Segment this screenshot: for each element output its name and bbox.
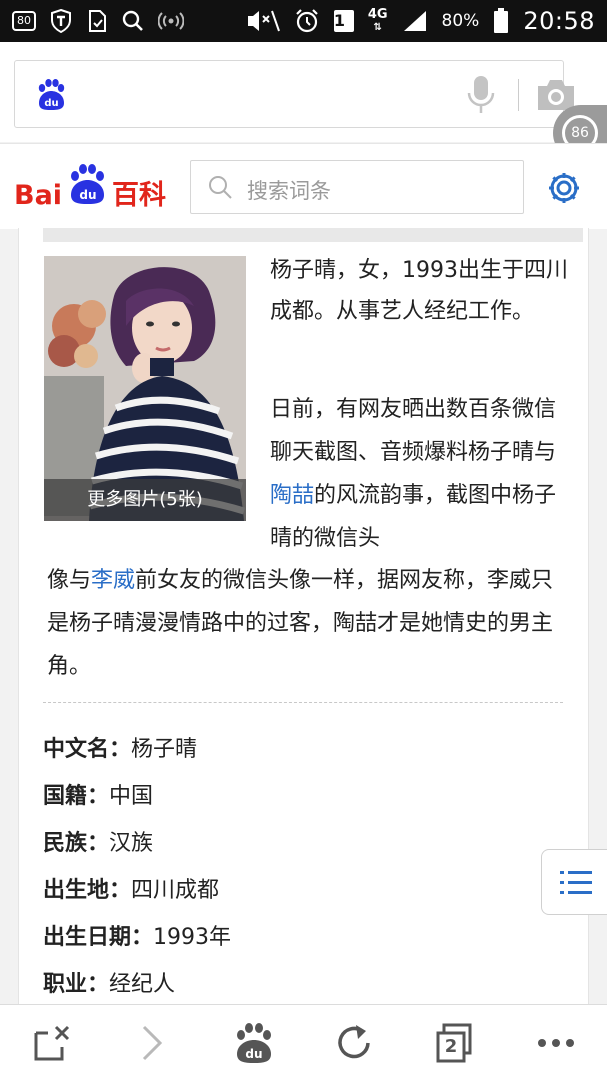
tabs-count: 2: [444, 1036, 458, 1057]
infobox-key: 中文名：: [43, 737, 132, 762]
link-tao-zhe[interactable]: 陶喆: [270, 483, 314, 508]
infobox-key: 国籍：: [43, 784, 110, 809]
tabs-button[interactable]: 2: [432, 1021, 476, 1065]
baidu-baike-logo[interactable]: Bai du 百科: [14, 158, 174, 214]
profile-photo[interactable]: 更多图片(5张): [44, 256, 246, 521]
more-photos-label[interactable]: 更多图片(5张): [44, 479, 246, 521]
news-paragraph: 日前，有网友晒出数百条微信聊天截图、音频爆料杨子晴与陶喆的风流韵事，截图中杨子晴…: [270, 388, 570, 560]
arrows-icon: ⇅: [373, 22, 382, 33]
news-paragraph-cont: 像与李威前女友的微信头像一样，据网友称，李威只是杨子晴漫漫情路中的过客，陶喆才是…: [47, 559, 567, 688]
infobox-value: 杨子晴: [131, 737, 198, 762]
table-of-contents-button[interactable]: [541, 849, 607, 915]
search-icon: [122, 10, 144, 32]
sim-80-icon: 80: [12, 11, 36, 31]
news-text-1: 日前，有网友晒出数百条微信聊天截图、音频爆料杨子晴与: [270, 397, 557, 465]
card-top-strip: [43, 228, 583, 242]
svg-text:Bai: Bai: [14, 180, 62, 211]
shield-icon: [50, 9, 72, 33]
intro-text: 杨子晴，女，1993出生于四川成都。从事艺人经纪工作。: [270, 258, 568, 324]
infobox-value: 经纪人: [109, 972, 176, 997]
browser-search-box[interactable]: du: [14, 60, 574, 128]
close-page-icon[interactable]: [30, 1021, 74, 1065]
infobox-row-birthplace: 出生地：四川成都: [43, 867, 563, 914]
infobox-value: 中国: [109, 784, 154, 809]
forward-arrow-icon[interactable]: [130, 1021, 174, 1065]
svg-text:du: du: [245, 1047, 262, 1061]
infobox-value: 四川成都: [131, 878, 220, 903]
infobox: 中文名：杨子晴 国籍：中国 民族：汉族 出生地：四川成都 出生日期：1993年 …: [43, 726, 563, 1008]
4g-icon: 4G ⇅: [368, 8, 388, 34]
infobox-row-nationality: 国籍：中国: [43, 773, 563, 820]
refresh-icon[interactable]: [332, 1021, 376, 1065]
infobox-key: 职业：: [43, 972, 110, 997]
network-label: 4G: [367, 7, 388, 22]
section-divider: [43, 702, 563, 703]
infobox-row-occupation: 职业：经纪人: [43, 961, 563, 1008]
infobox-row-birthdate: 出生日期：1993年: [43, 914, 563, 961]
status-bar: 80 1 4G ⇅ 80% 20:58: [0, 0, 607, 42]
baike-search-input[interactable]: 搜索词条: [190, 160, 524, 214]
baidu-home-icon[interactable]: du: [232, 1021, 276, 1065]
news-text-3: 像与: [47, 568, 92, 593]
browser-bottom-bar: du 2: [0, 1004, 607, 1080]
microphone-icon[interactable]: [465, 75, 497, 115]
mute-icon: [246, 10, 280, 32]
status-right: 1 4G ⇅ 80% 20:58: [246, 8, 595, 34]
infobox-key: 出生地：: [43, 878, 132, 903]
link-li-wei[interactable]: 李威: [91, 568, 135, 593]
search-placeholder: 搜索词条: [247, 179, 331, 203]
infobox-value: 1993年: [153, 925, 232, 950]
settings-gear-icon[interactable]: [546, 170, 582, 206]
infobox-row-ethnicity: 民族：汉族: [43, 820, 563, 867]
svg-text:百科: 百科: [112, 180, 166, 211]
list-icon: [560, 871, 592, 894]
infobox-value: 汉族: [109, 831, 154, 856]
infobox-key: 民族：: [43, 831, 110, 856]
notification-1-icon: 1: [333, 10, 354, 32]
svg-text:du: du: [79, 188, 96, 202]
clock: 20:58: [523, 7, 595, 35]
alarm-icon: [294, 8, 320, 34]
search-icon: [209, 176, 232, 199]
cellular-icon: [402, 9, 428, 33]
infobox-row-name: 中文名：杨子晴: [43, 726, 563, 773]
baidu-paw-icon: du: [38, 79, 65, 110]
svg-text:du: du: [44, 98, 58, 109]
infobox-key: 出生日期：: [43, 925, 154, 950]
battery-icon: [493, 8, 509, 34]
battery-percent: 80%: [441, 10, 480, 31]
divider: [518, 79, 519, 111]
baike-header: Bai du 百科 搜索词条: [0, 143, 607, 229]
sdcard-icon: [86, 9, 108, 33]
browser-search-area: du: [0, 42, 607, 142]
signal-bars-icon: [158, 10, 184, 32]
article-card: 更多图片(5张) 杨子晴，女，1993出生于四川成都。从事艺人经纪工作。 日前，…: [18, 228, 589, 1004]
status-left: 80: [12, 9, 184, 33]
more-menu-icon[interactable]: [534, 1021, 578, 1065]
